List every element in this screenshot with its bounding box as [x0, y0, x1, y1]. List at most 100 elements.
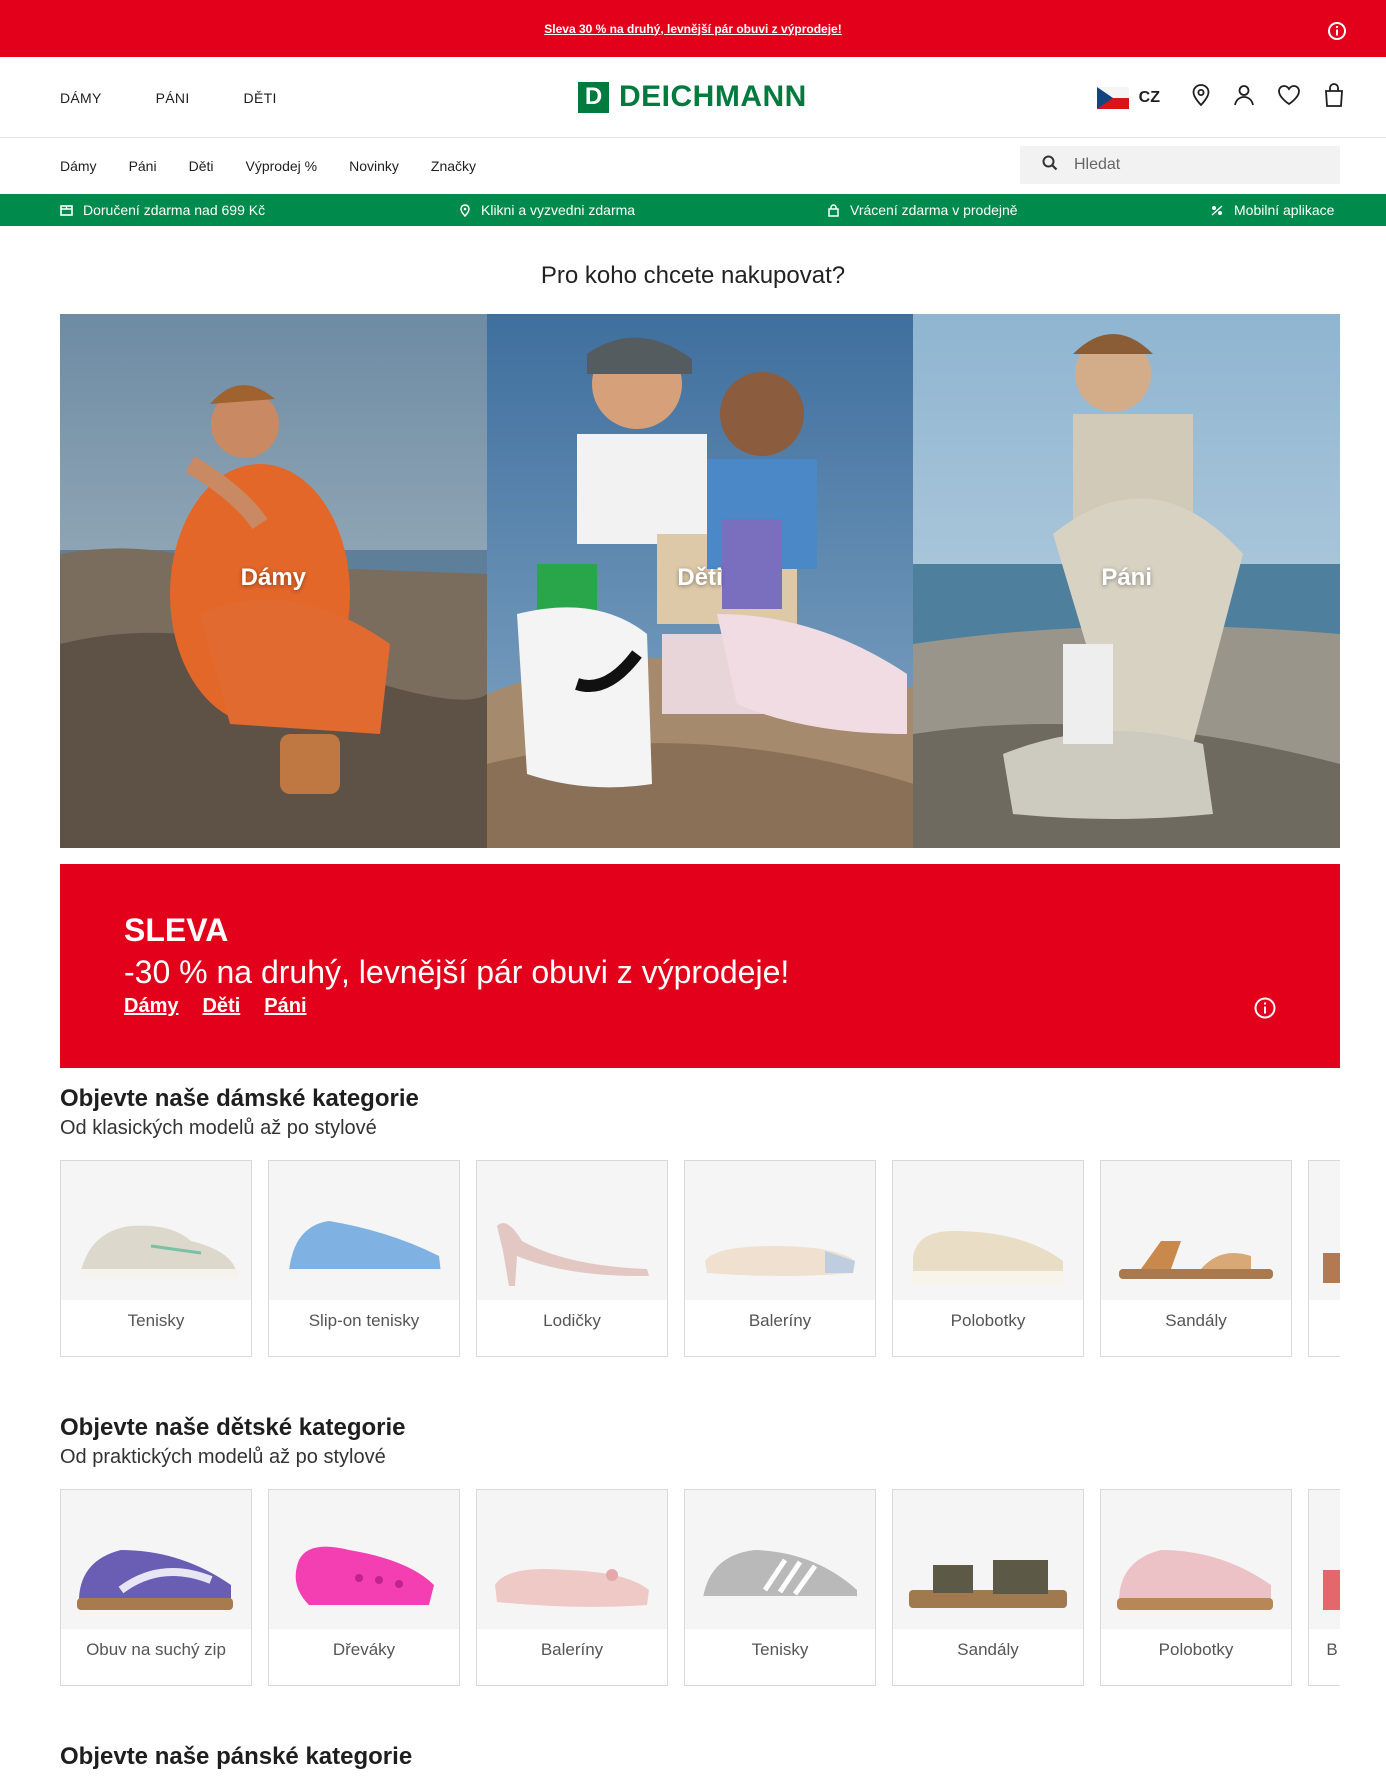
usp-delivery-text: Doručení zdarma nad 699 Kč: [83, 202, 266, 218]
sale-info-icon[interactable]: [1254, 997, 1276, 1024]
usp-app[interactable]: Mobilní aplikace: [1210, 194, 1334, 226]
category-name: Polobotky: [950, 1311, 1026, 1330]
hero-title: Pro koho chcete nakupovat?: [540, 262, 846, 289]
usp-returns-text: Vrácení zdarma v prodejně: [850, 202, 1018, 218]
kids-section-title: Objevte naše dětské kategorie: [60, 1414, 406, 1441]
sneaker-image: [79, 1225, 239, 1279]
women-category-carousel: Tenisky Slip-on tenisky Lodičky Baleríny…: [60, 1160, 1340, 1357]
tile-women[interactable]: Dámy: [60, 314, 487, 848]
subnav-kids[interactable]: Děti: [189, 158, 214, 174]
category-card[interactable]: Tenisky: [60, 1160, 252, 1357]
promo-bar: Sleva 30 % na druhý, levnější pár obuvi …: [0, 0, 1386, 57]
shoe-image: [1323, 1253, 1340, 1283]
subnav-brands[interactable]: Značky: [431, 158, 476, 174]
logo-text: DEICHMANN: [619, 80, 807, 113]
category-card[interactable]: Slip-on tenisky: [268, 1160, 460, 1357]
search-icon: [1042, 155, 1058, 176]
category-name: B: [1326, 1640, 1338, 1659]
category-card[interactable]: Dřeváky: [268, 1489, 460, 1686]
subnav-men[interactable]: Páni: [129, 158, 157, 174]
category-card[interactable]: Tenisky: [684, 1489, 876, 1686]
pump-image: [497, 1223, 649, 1286]
category-name: Tenisky: [751, 1640, 809, 1659]
clog-image: [295, 1546, 434, 1605]
usp-click-collect-text: Klikni a vyzvedni zdarma: [481, 202, 636, 218]
logo-mark: D: [578, 81, 609, 113]
category-card[interactable]: Sandály: [892, 1489, 1084, 1686]
usp-app-text: Mobilní aplikace: [1234, 202, 1335, 218]
location-pin-icon[interactable]: [1190, 83, 1212, 112]
tile-women-label: Dámy: [240, 564, 307, 591]
category-name: Baleríny: [748, 1311, 812, 1330]
category-nav: Dámy Páni Děti Výprodej % Novinky Značky…: [0, 138, 1386, 194]
category-card[interactable]: Baleríny: [476, 1489, 668, 1686]
audience-tiles: Dámy Děti Páni: [60, 314, 1341, 848]
women-section-subtitle: Od klasických modelů až po stylové: [60, 1117, 377, 1139]
cart-bag-icon[interactable]: [1322, 82, 1346, 113]
gender-nav: DÁMY PÁNI DĚTI: [60, 57, 331, 138]
subnav-women[interactable]: Dámy: [60, 158, 97, 174]
wishlist-heart-icon[interactable]: [1276, 83, 1302, 112]
store-return-icon: [828, 203, 839, 217]
velcro-shoe-image: [77, 1550, 233, 1610]
usp-returns: Vrácení zdarma v prodejně: [827, 194, 1018, 226]
usp-click-collect: Klikni a vyzvedni zdarma: [459, 194, 635, 226]
category-name: Obuv na suchý zip: [86, 1640, 226, 1659]
men-section-title: Objevte naše pánské kategorie: [60, 1743, 413, 1770]
info-icon[interactable]: [1328, 22, 1346, 45]
women-section-title: Objevte naše dámské kategorie: [60, 1085, 419, 1112]
sale-link-men[interactable]: Páni: [264, 995, 306, 1018]
header-actions: CZ: [1096, 57, 1346, 138]
tile-men-label: Páni: [1101, 564, 1153, 591]
nav-women[interactable]: DÁMY: [60, 90, 102, 106]
category-name: Sandály: [957, 1640, 1019, 1659]
promo-link[interactable]: Sleva 30 % na druhý, levnější pár obuvi …: [544, 22, 841, 36]
sale-heading: SLEVA: [124, 912, 229, 948]
subnav-sale[interactable]: Výprodej %: [246, 158, 318, 174]
kids-sneaker-image: [701, 1550, 859, 1608]
kids-category-carousel: Obuv na suchý zip Dřeváky Baleríny Tenis…: [60, 1489, 1340, 1686]
nav-kids[interactable]: DĚTI: [244, 90, 277, 106]
kids-shoe-image: [1117, 1550, 1273, 1610]
category-card[interactable]: [1308, 1160, 1340, 1357]
shoe-image: [1323, 1570, 1340, 1610]
loafer-image: [911, 1231, 1065, 1285]
category-card[interactable]: B: [1308, 1489, 1340, 1686]
mobile-app-icon: [1211, 204, 1223, 216]
sale-links: Dámy Děti Páni: [124, 995, 307, 1018]
sale-text: -30 % na druhý, levnější pár obuvi z výp…: [124, 954, 790, 990]
account-icon[interactable]: [1232, 83, 1256, 112]
location-icon: [460, 203, 470, 217]
tile-kids[interactable]: Děti: [486, 314, 914, 848]
kids-ballerina-image: [495, 1569, 649, 1607]
ballerina-image: [705, 1246, 855, 1276]
category-card[interactable]: Baleríny: [684, 1160, 876, 1357]
category-name: Dřeváky: [332, 1640, 396, 1659]
logo[interactable]: D DEICHMANN: [578, 80, 807, 114]
usp-bar: Doručení zdarma nad 699 Kč Klikni a vyzv…: [0, 194, 1386, 226]
category-name: Tenisky: [127, 1311, 185, 1330]
tile-men[interactable]: Páni: [913, 314, 1341, 848]
category-card[interactable]: Sandály: [1100, 1160, 1292, 1357]
sale-link-women[interactable]: Dámy: [124, 995, 178, 1018]
sale-banner: SLEVA -30 % na druhý, levnější pár obuvi…: [60, 864, 1340, 1068]
country-code[interactable]: CZ: [1139, 89, 1160, 107]
search-input[interactable]: Hledat: [1020, 146, 1340, 184]
nav-men[interactable]: PÁNI: [156, 90, 190, 106]
category-name: Lodičky: [543, 1311, 601, 1330]
delivery-box-icon: [60, 204, 73, 216]
category-card[interactable]: Obuv na suchý zip: [60, 1489, 252, 1686]
header: DÁMY PÁNI DĚTI D DEICHMANN CZ: [0, 57, 1386, 138]
category-card[interactable]: Lodičky: [476, 1160, 668, 1357]
sale-link-kids[interactable]: Děti: [202, 995, 240, 1018]
category-card[interactable]: Polobotky: [892, 1160, 1084, 1357]
category-name: Slip-on tenisky: [308, 1311, 420, 1330]
kids-sandal-image: [909, 1560, 1067, 1608]
sandal-image: [1119, 1241, 1273, 1279]
category-name: Baleríny: [540, 1640, 604, 1659]
subnav-new[interactable]: Novinky: [349, 158, 399, 174]
search-placeholder: Hledat: [1074, 156, 1121, 173]
czech-flag-icon[interactable]: [1096, 86, 1129, 109]
kids-section-subtitle: Od praktických modelů až po stylové: [60, 1446, 386, 1468]
usp-delivery: Doručení zdarma nad 699 Kč: [60, 194, 265, 226]
